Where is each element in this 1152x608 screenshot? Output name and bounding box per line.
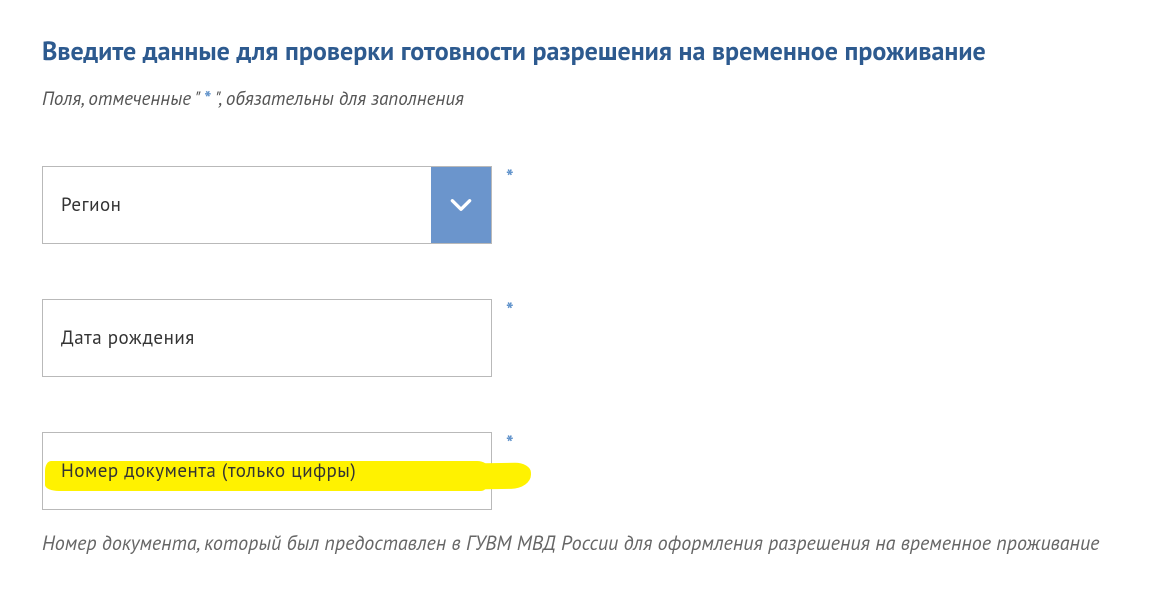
docnumber-input[interactable]: Номер документа (только цифры): [42, 432, 492, 510]
birthdate-label: Дата рождения: [43, 326, 205, 350]
page-title: Введите данные для проверки готовности р…: [42, 35, 1110, 69]
birthdate-input[interactable]: Дата рождения: [42, 299, 492, 377]
chevron-down-icon: [448, 192, 474, 218]
docnumber-field-row: Номер документа (только цифры) *: [42, 432, 1110, 510]
region-dropdown-button[interactable]: [431, 167, 491, 243]
docnumber-help: Номер документа, который был предоставле…: [42, 528, 1102, 558]
region-select[interactable]: Регион: [42, 166, 492, 244]
region-label: Регион: [43, 193, 131, 217]
docnumber-label: Номер документа (только цифры): [43, 459, 366, 483]
required-mark: *: [506, 164, 514, 190]
hint-asterisk: *: [204, 87, 211, 111]
required-hint: Поля, отмеченные " * ", обязательны для …: [42, 87, 1110, 111]
region-field-row: Регион *: [42, 166, 1110, 244]
required-mark: *: [506, 297, 514, 323]
hint-suffix: ", обязательны для заполнения: [215, 87, 464, 111]
hint-prefix: Поля, отмеченные ": [42, 87, 199, 111]
birthdate-field-row: Дата рождения *: [42, 299, 1110, 377]
required-mark: *: [506, 430, 514, 456]
